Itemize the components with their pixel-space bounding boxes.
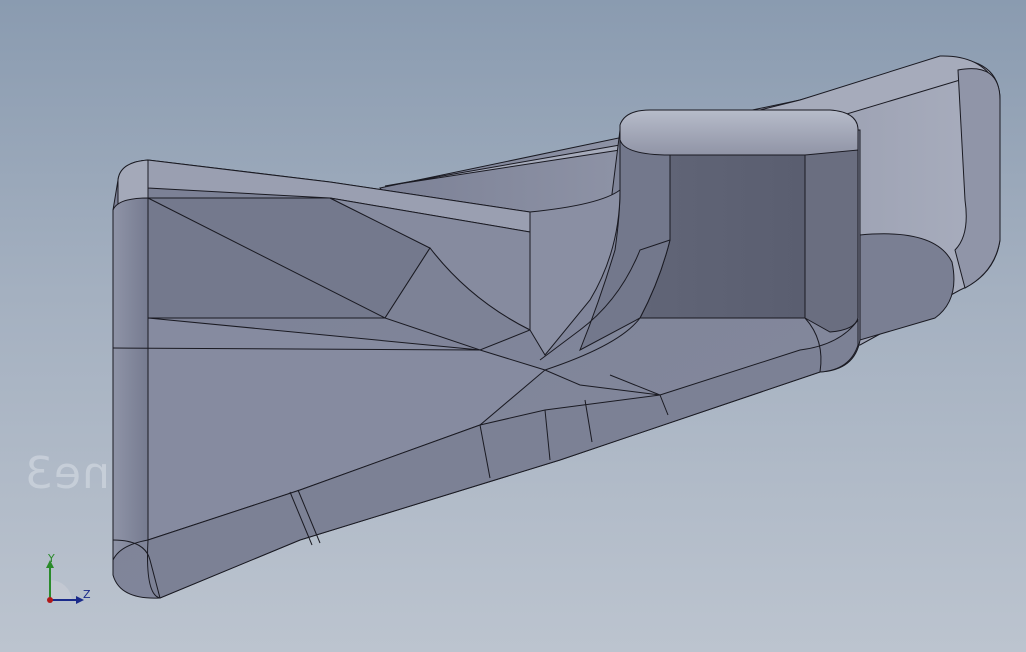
- boss-right-side: [804, 149, 859, 333]
- 3d-part-model[interactable]: [0, 0, 1026, 652]
- z-axis-label: Z: [83, 588, 91, 601]
- rear-arm-lower-lobe: [859, 233, 955, 341]
- left-edge-side: [112, 197, 149, 561]
- y-axis-label: Y: [48, 552, 55, 565]
- boss-top: [619, 109, 859, 156]
- graphics-viewport[interactable]: ane3 Y Z: [0, 0, 1026, 652]
- coordinate-triad: Y Z: [38, 552, 102, 616]
